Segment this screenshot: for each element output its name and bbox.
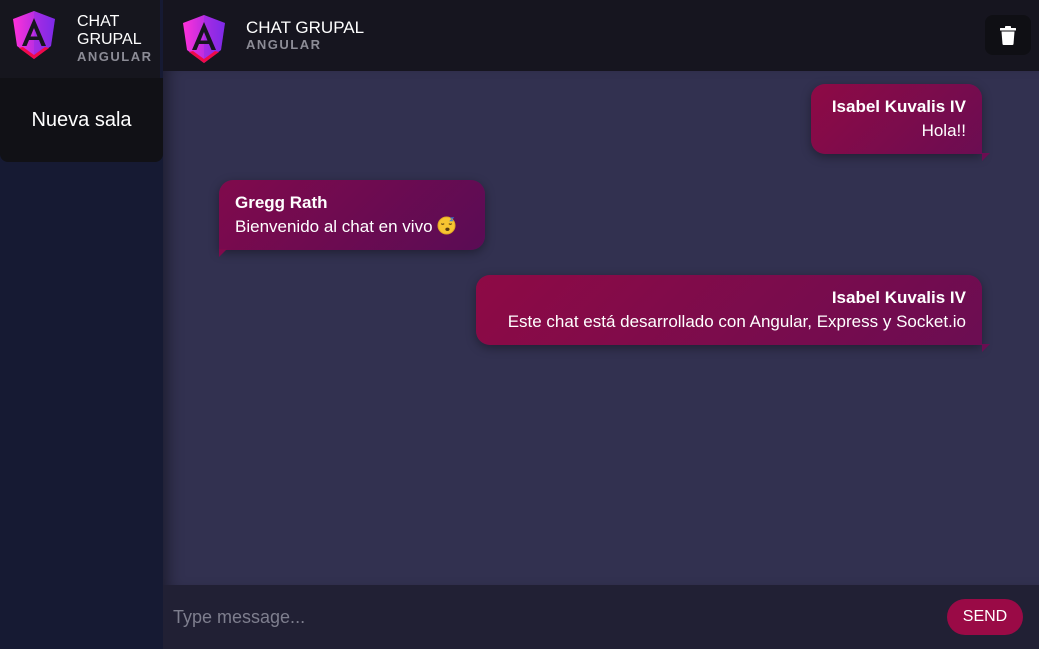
- bubble-tail: [982, 153, 990, 161]
- chat-title: CHAT GRUPAL: [246, 18, 365, 37]
- message-bubble: Isabel Kuvalis IV Hola!!: [811, 84, 990, 161]
- message-text: Hola!!: [921, 121, 966, 140]
- angular-logo-icon: [13, 11, 55, 59]
- trash-icon: [1000, 25, 1016, 45]
- delete-chat-button[interactable]: [985, 15, 1031, 55]
- message-text-line: Bienvenido al chat en vivo: [235, 215, 469, 239]
- bubble-tail: [982, 344, 990, 352]
- message-composer: SEND: [163, 585, 1039, 649]
- chat-main: CHAT GRUPAL ANGULAR Isabel Kuvalis IV Ho…: [163, 0, 1039, 649]
- sidebar-subtitle: ANGULAR: [77, 49, 153, 64]
- sidebar-title: CHAT GRUPAL: [77, 13, 142, 48]
- sleeping-face-emoji-icon: [437, 216, 456, 235]
- chat-app: CHAT GRUPAL ANGULAR Nueva sala CHAT GRUP…: [0, 0, 1039, 649]
- message-author: Isabel Kuvalis IV: [831, 288, 966, 307]
- sidebar: CHAT GRUPAL ANGULAR Nueva sala: [0, 0, 163, 649]
- send-button[interactable]: SEND: [947, 599, 1023, 635]
- message-text: Este chat está desarrollado con Angular,…: [507, 312, 966, 331]
- bubble-tail: [219, 249, 227, 257]
- chat-subtitle: ANGULAR: [246, 37, 322, 52]
- message-author: Gregg Rath: [235, 193, 328, 212]
- message-author: Isabel Kuvalis IV: [831, 97, 966, 116]
- sidebar-header: CHAT GRUPAL ANGULAR: [0, 0, 160, 78]
- message-bubble: Gregg Rath Bienvenido al chat en vivo: [219, 180, 485, 257]
- message-bubble: Isabel Kuvalis IV Este chat está desarro…: [476, 275, 990, 352]
- message-text: Bienvenido al chat en vivo: [235, 217, 433, 236]
- message-input[interactable]: [173, 601, 933, 633]
- chat-header: CHAT GRUPAL ANGULAR: [163, 0, 1039, 71]
- message-list: Isabel Kuvalis IV Hola!! Gregg Rath Bien…: [163, 71, 1039, 585]
- angular-logo-icon: [183, 15, 225, 63]
- new-room-button[interactable]: Nueva sala: [0, 78, 163, 162]
